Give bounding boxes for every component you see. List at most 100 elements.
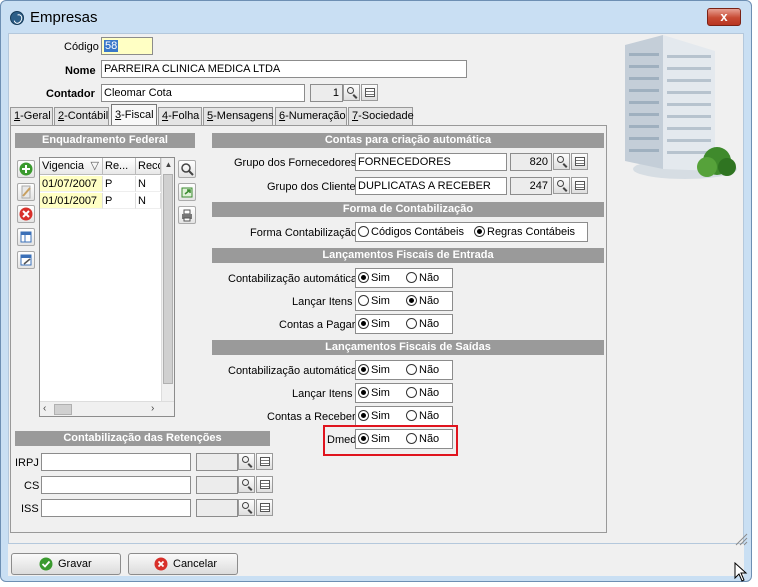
saidas-receber-label: Contas a Receber xyxy=(267,411,356,423)
entrada-contab-label: Contabilização automática xyxy=(228,273,358,285)
dmed-label: Dmed xyxy=(327,434,357,446)
scroll-left-icon[interactable]: ‹ xyxy=(43,403,46,414)
radio-sim[interactable]: Sim xyxy=(358,364,390,378)
add-icon[interactable] xyxy=(17,160,35,178)
cliente-search-icon[interactable] xyxy=(553,177,570,194)
fornecedores-code-field[interactable]: 820 xyxy=(510,153,552,171)
search-icon[interactable] xyxy=(178,160,196,178)
cliente-list-icon[interactable] xyxy=(571,177,588,194)
saidas-title: Lançamentos Fiscais de Saídas xyxy=(212,340,604,355)
grid-cell[interactable]: P xyxy=(103,193,136,209)
radio-sim[interactable]: Sim xyxy=(358,433,390,447)
columns-icon[interactable] xyxy=(17,228,35,246)
forma-option-regras[interactable]: Regras Contábeis xyxy=(474,226,575,240)
saidas-contab-radio: Sim Não xyxy=(355,360,453,380)
cliente-label: Grupo dos Cliente xyxy=(267,181,356,193)
enquadramento-grid[interactable]: Vigencia▽ Re... Reco 01/07/2007 P N 01/0… xyxy=(39,157,175,417)
horizontal-scrollbar[interactable]: ‹ › xyxy=(40,401,174,416)
saidas-contab-label: Contabilização automática xyxy=(228,365,358,377)
radio-sim[interactable]: Sim xyxy=(358,318,390,332)
retencoes-title: Contabilização das Retenções xyxy=(15,431,270,446)
grid-cell[interactable]: 01/01/2007 xyxy=(40,193,103,209)
radio-nao[interactable]: Não xyxy=(406,387,439,401)
radio-nao[interactable]: Não xyxy=(406,364,439,378)
delete-icon[interactable] xyxy=(17,205,35,223)
scroll-right-icon[interactable]: › xyxy=(151,403,154,414)
grid-cell[interactable]: N xyxy=(136,176,161,192)
grid-cell[interactable]: P xyxy=(103,176,136,192)
radio-nao[interactable]: Não xyxy=(406,295,439,309)
fornecedores-list-icon[interactable] xyxy=(571,153,588,170)
radio-nao[interactable]: Não xyxy=(406,318,439,332)
cancelar-button[interactable]: Cancelar xyxy=(128,553,238,575)
tab-fiscal[interactable]: 3-Fiscal xyxy=(111,104,157,126)
contador-search-icon[interactable] xyxy=(343,84,360,101)
radio-sim[interactable]: Sim xyxy=(358,387,390,401)
contas-title: Contas para criação automática xyxy=(212,133,604,148)
entrada-title: Lançamentos Fiscais de Entrada xyxy=(212,248,604,263)
iss-field[interactable] xyxy=(41,499,191,517)
gravar-button[interactable]: Gravar xyxy=(11,553,121,575)
forma-option-codigos[interactable]: Códigos Contábeis xyxy=(358,226,464,240)
col-reco[interactable]: Reco xyxy=(136,158,161,175)
tab-contabil[interactable]: 2-Contábil xyxy=(54,107,109,125)
cliente-code-field[interactable]: 247 xyxy=(510,177,552,195)
codigo-field[interactable]: 58 xyxy=(101,37,153,55)
irpj-search-icon[interactable] xyxy=(238,453,255,470)
fornecedores-field[interactable]: FORNECEDORES xyxy=(355,153,507,171)
cs-field[interactable] xyxy=(41,476,191,494)
scroll-thumb[interactable] xyxy=(163,174,173,384)
cs-list-icon[interactable] xyxy=(256,476,273,493)
codigo-value: 58 xyxy=(104,40,119,52)
tab-numeracao[interactable]: 6-Numeração xyxy=(275,107,347,125)
entrada-pagar-label: Contas a Pagar xyxy=(279,319,356,331)
cs-search-icon[interactable] xyxy=(238,476,255,493)
radio-sim[interactable]: Sim xyxy=(358,272,390,286)
tab-geral[interactable]: 1-Geral xyxy=(10,107,53,125)
irpj-list-icon[interactable] xyxy=(256,453,273,470)
saidas-itens-radio: Sim Não xyxy=(355,383,453,403)
grid-cell[interactable]: 01/07/2007 xyxy=(40,176,103,192)
iss-search-icon[interactable] xyxy=(238,499,255,516)
irpj-field[interactable] xyxy=(41,453,191,471)
fornecedores-search-icon[interactable] xyxy=(553,153,570,170)
contador-code-field[interactable]: 1 xyxy=(310,84,343,102)
scroll-up-icon[interactable]: ▲ xyxy=(163,160,174,170)
resize-grip-icon[interactable] xyxy=(734,532,748,546)
h-scroll-thumb[interactable] xyxy=(54,404,72,415)
radio-circle[interactable] xyxy=(474,226,485,237)
cs-code-field[interactable] xyxy=(196,476,238,494)
title-bar: Empresas x xyxy=(0,0,752,34)
cancel-icon xyxy=(154,557,168,571)
tab-sociedade[interactable]: 7-Sociedade xyxy=(348,107,414,125)
col-vigencia[interactable]: Vigencia ▽ xyxy=(40,158,103,175)
radio-nao[interactable]: Não xyxy=(406,410,439,424)
contador-field[interactable]: Cleomar Cota xyxy=(101,84,305,102)
forma-radio-group: Códigos Contábeis Regras Contábeis xyxy=(355,222,588,242)
vertical-scrollbar[interactable]: ▲ xyxy=(161,158,174,401)
tab-mensagens[interactable]: 5-Mensagens xyxy=(203,107,274,125)
radio-nao[interactable]: Não xyxy=(406,272,439,286)
nome-field[interactable]: PARREIRA CLINICA MEDICA LTDA xyxy=(101,60,467,78)
tab-folha[interactable]: 4-Folha xyxy=(158,107,202,125)
radio-circle[interactable] xyxy=(358,226,369,237)
radio-sim[interactable]: Sim xyxy=(358,410,390,424)
radio-nao[interactable]: Não xyxy=(406,433,439,447)
print-icon[interactable] xyxy=(178,206,196,224)
forma-label: Forma Contabilização xyxy=(250,227,357,239)
export-icon[interactable] xyxy=(178,183,196,201)
close-button[interactable]: x xyxy=(707,8,741,26)
radio-sim[interactable]: Sim xyxy=(358,295,390,309)
iss-list-icon[interactable] xyxy=(256,499,273,516)
form-icon[interactable] xyxy=(17,251,35,269)
grid-cell[interactable]: N xyxy=(136,193,161,209)
iss-code-field[interactable] xyxy=(196,499,238,517)
dmed-radio: Sim Não xyxy=(355,429,453,449)
edit-icon[interactable] xyxy=(17,183,35,201)
cliente-field[interactable]: DUPLICATAS A RECEBER xyxy=(355,177,507,195)
col-re[interactable]: Re... xyxy=(103,158,136,175)
saidas-receber-radio: Sim Não xyxy=(355,406,453,426)
gravar-label: Gravar xyxy=(58,558,92,570)
contador-list-icon[interactable] xyxy=(361,84,378,101)
irpj-code-field[interactable] xyxy=(196,453,238,471)
